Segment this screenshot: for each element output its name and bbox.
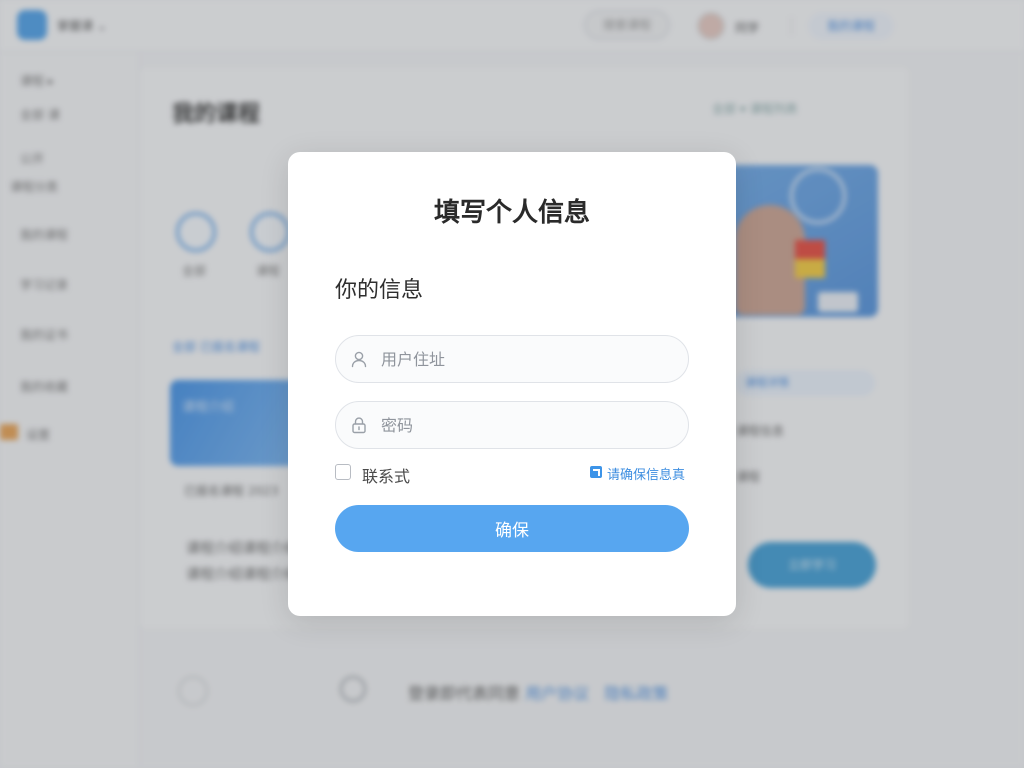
- username-field[interactable]: [335, 335, 689, 383]
- lock-icon: [352, 417, 366, 434]
- contact-label[interactable]: 联系式: [362, 463, 410, 487]
- dialog-title: 填写个人信息: [433, 198, 590, 228]
- notice-text[interactable]: 请确保信息真: [607, 464, 685, 483]
- username-input[interactable]: [381, 336, 676, 382]
- personal-info-dialog: 填写个人信息 你的信息 联系式 请确保信息真 确保: [288, 152, 736, 616]
- confirm-button[interactable]: 确保: [335, 505, 689, 552]
- info-icon: [590, 466, 602, 478]
- user-icon: [351, 351, 367, 368]
- section-label: 你的信息: [335, 278, 424, 303]
- password-input[interactable]: [381, 402, 676, 448]
- password-field[interactable]: [335, 401, 689, 449]
- contact-checkbox[interactable]: [335, 464, 351, 480]
